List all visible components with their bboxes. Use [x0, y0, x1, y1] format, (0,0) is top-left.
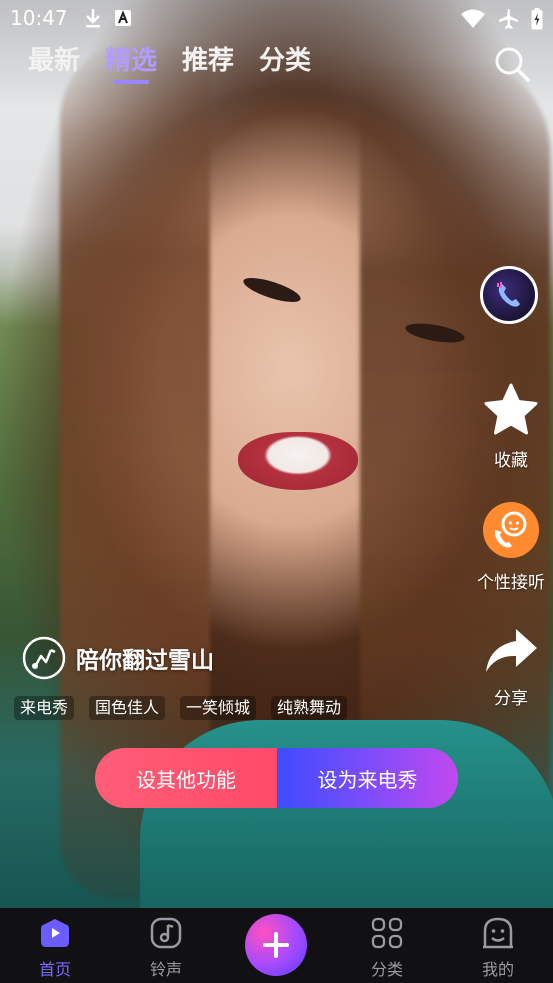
tag-list: 来电秀 国色佳人 一笑倾城 纯熟舞动	[14, 696, 348, 720]
creator-avatar[interactable]	[480, 266, 538, 324]
font-a-icon	[115, 10, 131, 26]
status-icons-left	[84, 8, 132, 28]
star-icon	[484, 383, 538, 435]
tab-latest[interactable]: 最新	[28, 42, 80, 80]
nav-ringtone[interactable]: 铃声	[131, 916, 201, 980]
tag-item[interactable]: 一笑倾城	[180, 696, 257, 720]
wifi-icon	[461, 9, 485, 28]
share-label: 分享	[494, 689, 528, 709]
action-buttons: 设其他功能 设为来电秀	[95, 748, 458, 808]
status-time: 10:47	[10, 6, 68, 30]
phone-call-icon	[497, 282, 520, 307]
share-arrow-icon	[486, 629, 537, 672]
collect-action[interactable]: 收藏	[470, 382, 552, 471]
status-icons-right	[461, 8, 543, 30]
share-action[interactable]: 分享	[470, 626, 552, 709]
tag-item[interactable]: 纯熟舞动	[271, 696, 348, 720]
personal-answer-action[interactable]: 个性接听	[470, 500, 552, 593]
nav-mine[interactable]: 我的	[463, 916, 533, 980]
set-as-call-show-button[interactable]: 设为来电秀	[277, 748, 458, 808]
collect-label: 收藏	[494, 451, 528, 471]
tab-category[interactable]: 分类	[259, 42, 311, 80]
search-icon	[495, 47, 530, 82]
search-button[interactable]	[492, 44, 532, 84]
status-bar: 10:47	[0, 0, 553, 38]
tag-item[interactable]: 国色佳人	[89, 696, 166, 720]
call-avatar-icon	[483, 502, 539, 558]
top-tabs: 最新 精选 推荐 分类	[28, 42, 311, 84]
tab-recommended[interactable]: 推荐	[182, 42, 234, 80]
home-play-icon	[41, 919, 69, 947]
song-title: 陪你翻过雪山	[76, 648, 214, 674]
nav-home-label: 首页	[38, 960, 71, 979]
music-note-icon	[150, 917, 182, 949]
create-button[interactable]	[245, 914, 307, 976]
personal-answer-label: 个性接听	[477, 573, 545, 593]
song-info[interactable]: 陪你翻过雪山	[22, 636, 214, 680]
plus-icon	[263, 932, 289, 958]
battery-icon	[531, 8, 543, 30]
tab-featured[interactable]: 精选	[105, 42, 157, 84]
bottom-nav: 首页 铃声 分类 我的	[0, 908, 553, 983]
airplane-icon	[499, 9, 518, 29]
nav-home[interactable]: 首页	[20, 916, 90, 980]
set-other-function-button[interactable]: 设其他功能	[95, 748, 277, 808]
nav-mine-label: 我的	[481, 960, 514, 979]
smiley-user-icon	[483, 917, 513, 949]
nav-category-label: 分类	[370, 960, 403, 979]
grid-icon	[371, 917, 403, 949]
music-note-icon	[22, 636, 66, 680]
nav-category[interactable]: 分类	[352, 916, 422, 980]
tag-item[interactable]: 来电秀	[14, 696, 75, 720]
nav-ringtone-label: 铃声	[149, 960, 182, 979]
download-icon	[86, 9, 100, 28]
